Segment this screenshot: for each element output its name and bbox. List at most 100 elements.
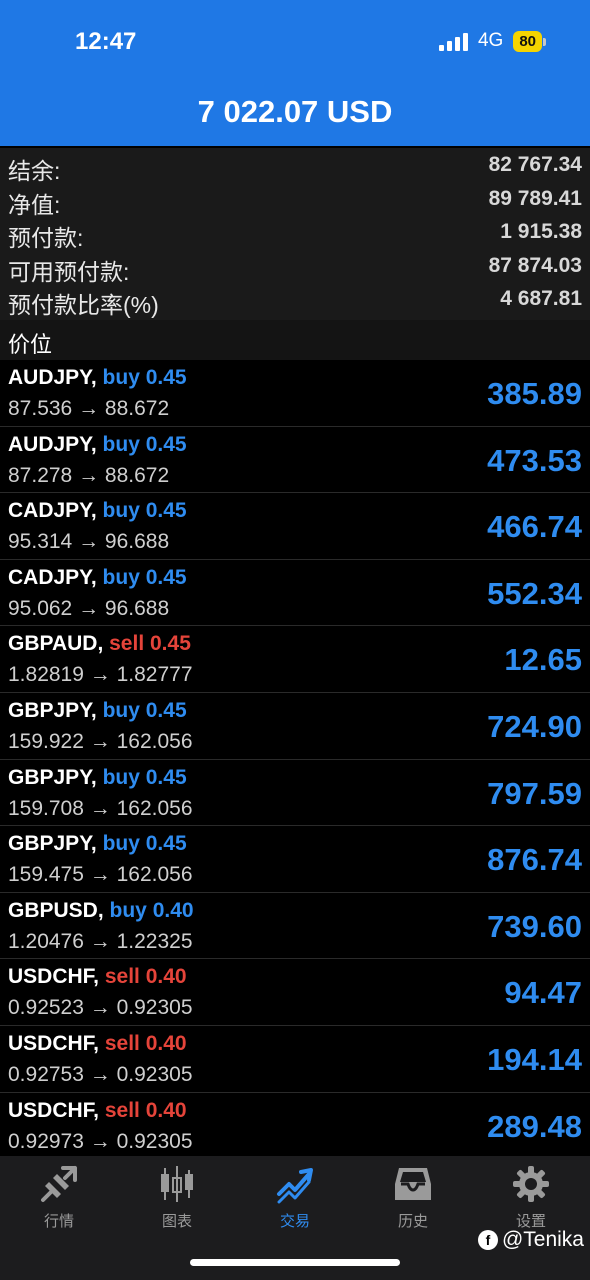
trade-icon <box>277 1168 313 1204</box>
position-profit: 724.90 <box>487 708 582 744</box>
position-prices: 95.314 → 96.688 <box>8 530 170 554</box>
summary-value: 82 767.34 <box>488 153 582 176</box>
position-profit: 876.74 <box>487 842 582 878</box>
quotes-icon <box>41 1166 77 1202</box>
summary-row-free-margin: 可用预付款: 87 874.03 <box>0 249 590 285</box>
position-symbol: USDCHF, <box>8 965 100 989</box>
position-symbol: CADJPY, <box>8 565 97 589</box>
position-side: buy 0.45 <box>102 432 187 456</box>
position-prices: 95.062 → 96.688 <box>8 596 170 620</box>
position-prices: 87.278 → 88.672 <box>8 463 170 487</box>
position-prices: 1.20476 → 1.22325 <box>8 929 193 953</box>
position-symbol: USDCHF, <box>8 1098 100 1122</box>
position-symbol: AUDJPY, <box>8 366 97 389</box>
tab-quotes[interactable]: 行情 <box>0 1164 118 1231</box>
facebook-icon: f <box>477 1230 498 1250</box>
position-row[interactable]: GBPJPY, buy 0.45 159.708 → 162.056 797.5… <box>0 760 590 827</box>
position-profit: 385.89 <box>487 376 582 411</box>
position-profit: 94.47 <box>504 975 582 1011</box>
position-side: buy 0.45 <box>102 832 187 856</box>
position-row[interactable]: GBPJPY, buy 0.45 159.475 → 162.056 876.7… <box>0 826 590 893</box>
tab-label: 历史 <box>397 1213 428 1230</box>
home-indicator <box>190 1259 400 1266</box>
positions-section-header: 价位 <box>0 320 590 360</box>
tab-label: 行情 <box>43 1213 74 1230</box>
battery-icon: 80 <box>513 30 546 52</box>
account-header: 12:47 4G 80 7 022.07 USD <box>0 0 590 146</box>
position-symbol: GBPJPY, <box>8 832 97 856</box>
position-row[interactable]: GBPAUD, sell 0.45 1.82819 → 1.82777 12.6… <box>0 626 590 693</box>
position-prices: 0.92523 → 0.92305 <box>8 996 193 1020</box>
summary-row-margin: 预付款: 1 915.38 <box>0 215 590 251</box>
summary-row-equity: 净值: 89 789.41 <box>0 182 590 218</box>
account-balance[interactable]: 7 022.07 USD <box>0 94 590 130</box>
summary-value: 89 789.41 <box>488 186 582 210</box>
position-row[interactable]: CADJPY, buy 0.45 95.314 → 96.688 466.74 <box>0 493 590 560</box>
position-side: buy 0.45 <box>102 698 187 722</box>
position-symbol: AUDJPY, <box>8 432 97 456</box>
history-icon <box>395 1168 431 1200</box>
position-row[interactable]: AUDJPY, buy 0.45 87.278 → 88.672 473.53 <box>0 427 590 494</box>
position-prices: 159.708 → 162.056 <box>8 796 193 820</box>
tab-trade[interactable]: 交易 <box>236 1164 354 1231</box>
position-profit: 473.53 <box>487 442 582 478</box>
position-symbol: USDCHF, <box>8 1031 100 1055</box>
position-side: buy 0.45 <box>102 366 187 389</box>
position-side: buy 0.40 <box>109 898 194 922</box>
account-summary: 结余: 82 767.34 净值: 89 789.41 预付款: 1 915.3… <box>0 148 590 320</box>
watermark-text: @Tenika <box>501 1228 584 1251</box>
tab-chart[interactable]: 图表 <box>118 1164 236 1231</box>
position-row[interactable]: GBPUSD, buy 0.40 1.20476 → 1.22325 739.6… <box>0 893 590 960</box>
position-symbol: GBPUSD, <box>8 898 104 922</box>
position-row[interactable]: GBPJPY, buy 0.45 159.922 → 162.056 724.9… <box>0 693 590 760</box>
tab-label: 图表 <box>161 1213 192 1230</box>
position-symbol: GBPJPY, <box>8 698 97 722</box>
summary-value: 1 915.38 <box>500 220 582 243</box>
position-prices: 1.82819 → 1.82777 <box>8 663 193 687</box>
position-profit: 739.60 <box>487 908 582 944</box>
status-indicators: 4G 80 <box>438 30 546 52</box>
position-row[interactable]: USDCHF, sell 0.40 0.92753 → 0.92305 194.… <box>0 1026 590 1093</box>
position-row[interactable]: AUDJPY, buy 0.45 87.536 → 88.672 385.89 <box>0 360 590 427</box>
position-profit: 194.14 <box>487 1041 582 1077</box>
summary-label: 预付款比率(%) <box>8 292 159 318</box>
position-prices: 159.922 → 162.056 <box>8 729 193 753</box>
position-row[interactable]: USDCHF, sell 0.40 0.92523 → 0.92305 94.4… <box>0 959 590 1026</box>
summary-value: 87 874.03 <box>488 253 582 277</box>
position-side: buy 0.45 <box>102 499 187 523</box>
position-prices: 159.475 → 162.056 <box>8 863 193 887</box>
position-side: sell 0.40 <box>104 965 187 989</box>
position-profit: 466.74 <box>487 509 582 545</box>
watermark: f @Tenika <box>477 1228 584 1252</box>
summary-row-margin-level: 预付款比率(%) 4 687.81 <box>0 282 590 318</box>
status-time: 12:47 <box>75 28 137 55</box>
section-label: 价位 <box>8 332 53 357</box>
position-symbol: GBPAUD, <box>8 632 104 656</box>
position-prices: 87.536 → 88.672 <box>8 397 170 420</box>
position-side: sell 0.40 <box>104 1031 187 1055</box>
position-row[interactable]: USDCHF, sell 0.40 0.92973 → 0.92305 289.… <box>0 1093 590 1156</box>
position-side: buy 0.45 <box>102 765 187 789</box>
chart-icon <box>161 1166 193 1202</box>
summary-row-balance: 结余: 82 767.34 <box>0 148 590 184</box>
bottom-tab-bar: 行情 图表 交易 历史 设置 f @Tenika <box>0 1156 590 1280</box>
position-side: sell 0.45 <box>109 632 191 656</box>
position-side: sell 0.40 <box>104 1098 187 1122</box>
tab-history[interactable]: 历史 <box>354 1164 472 1231</box>
position-prices: 0.92973 → 0.92305 <box>8 1129 193 1153</box>
position-profit: 797.59 <box>487 775 582 811</box>
settings-icon <box>513 1166 549 1202</box>
tab-label: 交易 <box>279 1213 310 1230</box>
position-profit: 12.65 <box>504 642 582 678</box>
positions-list[interactable]: AUDJPY, buy 0.45 87.536 → 88.672 385.89 … <box>0 360 590 1156</box>
tab-settings[interactable]: 设置 <box>472 1164 590 1231</box>
summary-value: 4 687.81 <box>500 287 582 310</box>
position-profit: 552.34 <box>487 575 582 611</box>
network-type: 4G <box>477 30 504 51</box>
position-side: buy 0.45 <box>102 565 187 589</box>
signal-icon <box>438 31 468 51</box>
position-profit: 289.48 <box>487 1108 582 1144</box>
position-symbol: CADJPY, <box>8 499 97 523</box>
position-row[interactable]: CADJPY, buy 0.45 95.062 → 96.688 552.34 <box>0 560 590 627</box>
position-prices: 0.92753 → 0.92305 <box>8 1062 193 1086</box>
